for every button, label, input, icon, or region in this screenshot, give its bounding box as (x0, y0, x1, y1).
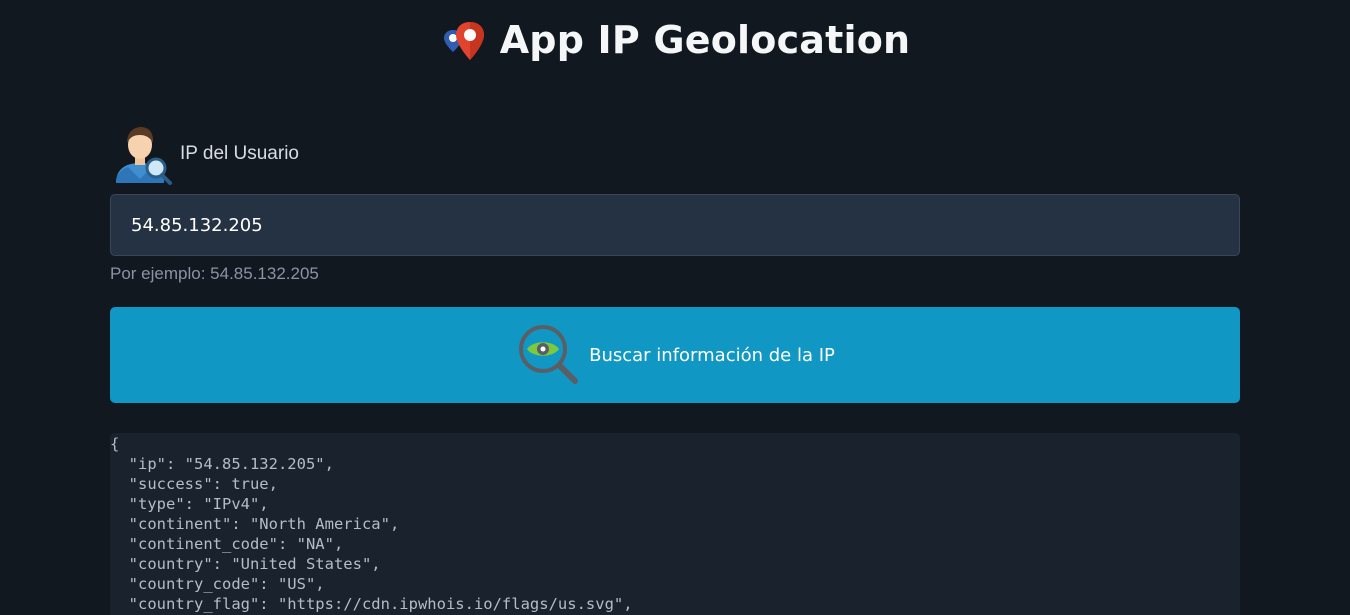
app-header: App IP Geolocation (0, 12, 1350, 68)
ip-label-row: IP del Usuario (110, 122, 1240, 190)
result-json-text: { "ip": "54.85.132.205", "success": true… (110, 435, 633, 613)
app-page: App IP Geolocation IP del Usuario Por ej… (0, 0, 1350, 615)
result-json-panel: { "ip": "54.85.132.205", "success": true… (110, 433, 1240, 615)
search-button-label: Buscar información de la IP (589, 344, 835, 366)
ip-example-hint: Por ejemplo: 54.85.132.205 (110, 264, 319, 283)
user-search-icon (116, 127, 172, 185)
eye-search-icon (519, 325, 579, 384)
location-pins-icon (443, 22, 484, 60)
ip-field-label: IP del Usuario (180, 143, 299, 164)
app-title: App IP Geolocation (499, 18, 911, 62)
ip-input[interactable] (110, 194, 1240, 256)
search-ip-button[interactable]: Buscar información de la IP (110, 307, 1240, 403)
